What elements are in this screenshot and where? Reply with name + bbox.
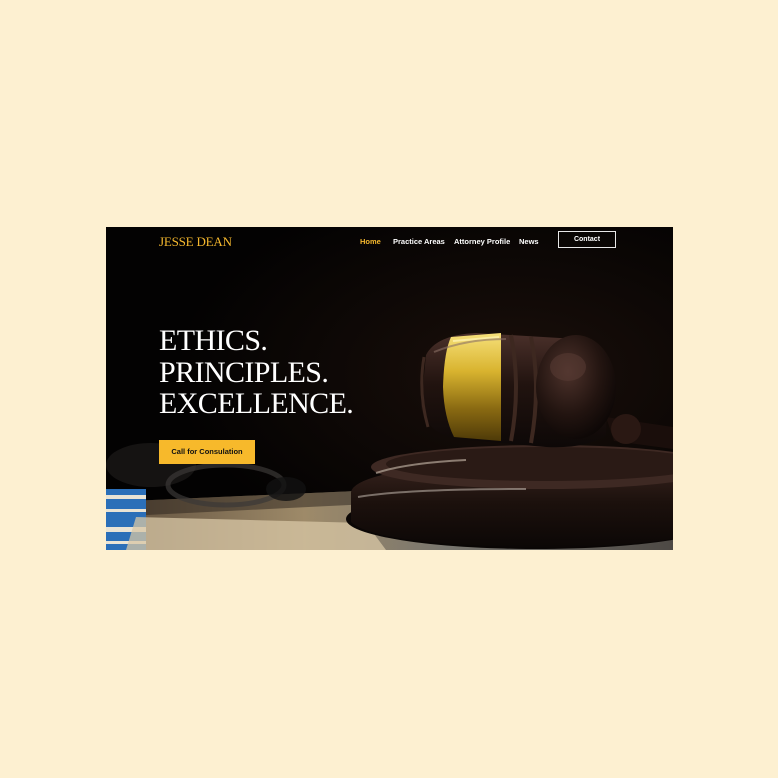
contact-button[interactable]: Contact (558, 231, 616, 248)
top-navigation: JESSE DEAN Home Practice Areas Attorney … (106, 227, 673, 255)
brand-logo[interactable]: JESSE DEAN (159, 234, 232, 250)
call-for-consultation-button[interactable]: Call for Consulation (159, 440, 255, 464)
nav-item-news[interactable]: News (519, 237, 543, 246)
nav-item-practice-areas[interactable]: Practice Areas (393, 237, 454, 246)
headline-line-principles: PRINCIPLES. (159, 355, 329, 389)
nav-links: Home Practice Areas Attorney Profile New… (360, 237, 543, 246)
nav-item-home[interactable]: Home (360, 237, 393, 246)
headline-line-excellence: EXCELLENCE. (159, 387, 354, 420)
website-hero-frame: JESSE DEAN Home Practice Areas Attorney … (106, 227, 673, 550)
headline-line-ethics: ETHICS. (159, 324, 268, 357)
hero-headline: ETHICS. PRINCIPLES. EXCELLENCE. (159, 324, 354, 420)
nav-item-attorney-profile[interactable]: Attorney Profile (454, 237, 519, 246)
